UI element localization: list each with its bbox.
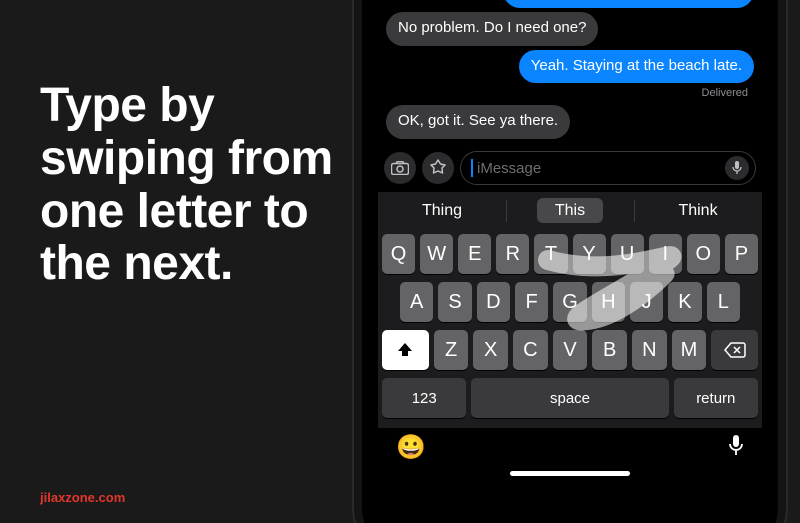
message-placeholder: iMessage [477, 160, 725, 177]
key-f[interactable]: F [515, 282, 548, 322]
apps-icon[interactable] [422, 152, 454, 184]
key-s[interactable]: S [438, 282, 471, 322]
key-n[interactable]: N [632, 330, 667, 370]
key-row-3: Z X C V B N M [382, 330, 758, 370]
key-t[interactable]: T [534, 234, 567, 274]
key-h[interactable]: H [592, 282, 625, 322]
key-y[interactable]: Y [573, 234, 606, 274]
shift-key[interactable] [382, 330, 429, 370]
watermark: jilaxzone.com [40, 490, 125, 505]
iphone-frame: Can you grab my blue sweatshirt? No prob… [362, 0, 778, 523]
input-bar: iMessage [378, 147, 762, 191]
backspace-key[interactable] [711, 330, 758, 370]
key-c[interactable]: C [513, 330, 548, 370]
key-row-4: 123 space return [382, 378, 758, 418]
iphone-screen: Can you grab my blue sweatshirt? No prob… [378, 0, 762, 523]
message-bubble-in: OK, got it. See ya there. [386, 105, 570, 139]
message-row: Can you grab my blue sweatshirt? [386, 0, 754, 8]
key-d[interactable]: D [477, 282, 510, 322]
return-key[interactable]: return [674, 378, 758, 418]
prediction-center[interactable]: This [506, 192, 634, 230]
numbers-key[interactable]: 123 [382, 378, 466, 418]
keyboard: Q W E R T Y U I O P A S D F G H J K L [378, 230, 762, 428]
key-e[interactable]: E [458, 234, 491, 274]
prediction-right[interactable]: Think [634, 192, 762, 230]
key-m[interactable]: M [672, 330, 707, 370]
shift-icon [396, 341, 414, 359]
prediction-bar: Thing This Think [378, 191, 762, 230]
key-p[interactable]: P [725, 234, 758, 274]
key-l[interactable]: L [707, 282, 740, 322]
key-row-1: Q W E R T Y U I O P [382, 234, 758, 274]
camera-icon[interactable] [384, 152, 416, 184]
backspace-icon [724, 342, 746, 358]
key-w[interactable]: W [420, 234, 453, 274]
message-row: OK, got it. See ya there. [386, 105, 754, 139]
message-thread: Can you grab my blue sweatshirt? No prob… [378, 0, 762, 147]
key-q[interactable]: Q [382, 234, 415, 274]
key-k[interactable]: K [668, 282, 701, 322]
mic-icon[interactable] [728, 434, 744, 461]
key-row-2: A S D F G H J K L [382, 282, 758, 322]
message-row: Yeah. Staying at the beach late. [386, 50, 754, 84]
delivered-label: Delivered [386, 87, 754, 101]
emoji-icon[interactable]: 😀 [396, 436, 426, 460]
message-bubble-in: No problem. Do I need one? [386, 12, 598, 46]
key-a[interactable]: A [400, 282, 433, 322]
key-g[interactable]: G [553, 282, 586, 322]
key-o[interactable]: O [687, 234, 720, 274]
text-caret [471, 159, 473, 177]
key-x[interactable]: X [473, 330, 508, 370]
key-r[interactable]: R [496, 234, 529, 274]
dictation-icon[interactable] [725, 156, 749, 180]
message-bubble-out: Can you grab my blue sweatshirt? [503, 0, 754, 8]
key-z[interactable]: Z [434, 330, 469, 370]
message-bubble-out: Yeah. Staying at the beach late. [519, 50, 754, 84]
home-indicator[interactable] [510, 471, 630, 476]
space-key[interactable]: space [471, 378, 668, 418]
keyboard-bottom-bar: 😀 [378, 428, 762, 467]
message-input[interactable]: iMessage [460, 151, 756, 185]
prediction-left[interactable]: Thing [378, 192, 506, 230]
message-row: No problem. Do I need one? [386, 12, 754, 46]
headline: Type by swiping from one letter to the n… [40, 80, 350, 291]
key-b[interactable]: B [592, 330, 627, 370]
key-u[interactable]: U [611, 234, 644, 274]
key-v[interactable]: V [553, 330, 588, 370]
key-i[interactable]: I [649, 234, 682, 274]
key-j[interactable]: J [630, 282, 663, 322]
